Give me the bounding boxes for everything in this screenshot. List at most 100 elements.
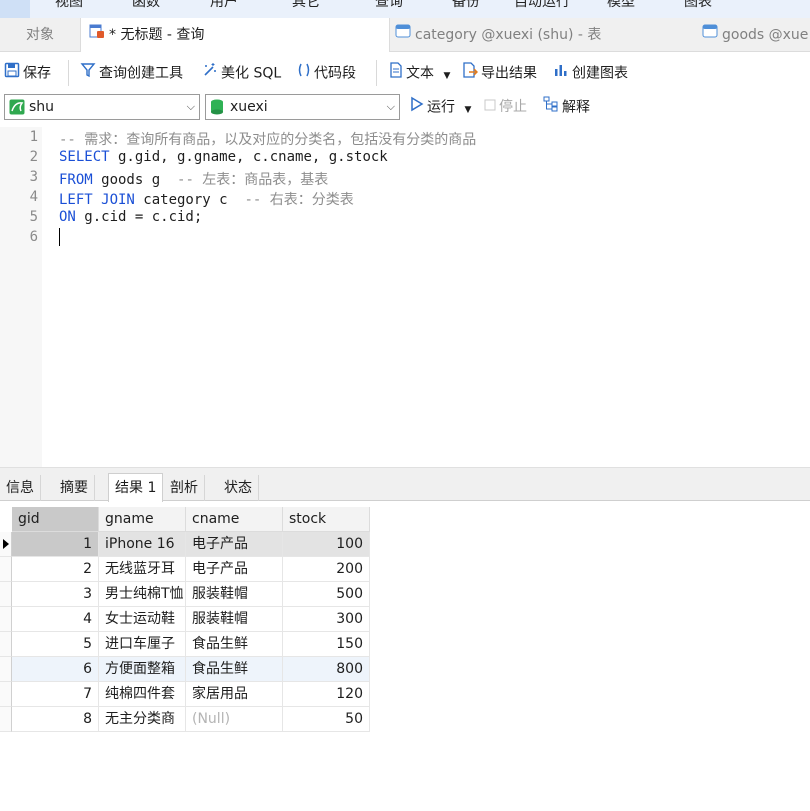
row-header[interactable] xyxy=(0,682,12,707)
database-select-value: xuexi xyxy=(230,99,268,115)
sql-keyword: SELECT xyxy=(59,149,110,165)
menu-item-view[interactable]: 视图 xyxy=(55,0,83,11)
menu-item-model[interactable]: 模型 xyxy=(607,0,635,11)
cell-gname[interactable]: 进口车厘子 xyxy=(99,632,186,657)
column-header-gid[interactable]: gid xyxy=(12,507,99,532)
menu-item-backup[interactable]: 备份 xyxy=(452,0,480,11)
code-line-5: ON g.cid = c.cid; xyxy=(59,209,202,225)
code-snippet-label: 代码段 xyxy=(314,65,356,82)
tab-profile[interactable]: 剖析 xyxy=(164,475,205,501)
column-header-gname[interactable]: gname xyxy=(99,507,186,532)
line-number: 3 xyxy=(29,169,38,185)
create-chart-button[interactable]: 创建图表 xyxy=(553,62,628,84)
text-mode-button[interactable]: 文本 ▼ xyxy=(389,62,450,84)
row-header[interactable] xyxy=(0,607,12,632)
cell-gid[interactable]: 5 xyxy=(12,632,99,657)
table-row[interactable]: 8 无主分类商 (Null) 50 xyxy=(0,707,370,732)
column-header-cname[interactable]: cname xyxy=(186,507,283,532)
cell-stock[interactable]: 120 xyxy=(283,682,370,707)
cell-gname[interactable]: 无线蓝牙耳 xyxy=(99,557,186,582)
export-result-button[interactable]: 导出结果 xyxy=(462,62,537,84)
cell-stock[interactable]: 100 xyxy=(283,532,370,557)
current-row-indicator[interactable] xyxy=(0,532,12,557)
cell-gname[interactable]: 纯棉四件套 xyxy=(99,682,186,707)
tab-objects[interactable]: 对象 xyxy=(26,18,76,52)
tab-untitled-query[interactable]: * 无标题 - 查询 xyxy=(80,18,390,52)
table-row[interactable]: 5 进口车厘子 食品生鲜 150 xyxy=(0,632,370,657)
funnel-icon xyxy=(80,62,96,85)
cell-stock[interactable]: 200 xyxy=(283,557,370,582)
cell-gid[interactable]: 2 xyxy=(12,557,99,582)
cell-stock[interactable]: 50 xyxy=(283,707,370,732)
cell-cname[interactable]: (Null) xyxy=(186,707,283,732)
connection-select[interactable]: shu ⌵ xyxy=(4,94,200,120)
stop-button[interactable]: 停止 xyxy=(484,96,527,118)
cell-stock[interactable]: 150 xyxy=(283,632,370,657)
table-row[interactable]: 7 纯棉四件套 家居用品 120 xyxy=(0,682,370,707)
sql-text: g.gid, g.gname, c.cname, g.stock xyxy=(109,149,388,165)
menu-item-chart[interactable]: 图表 xyxy=(684,0,712,11)
run-button[interactable]: 运行 ▼ xyxy=(410,96,471,118)
menu-item-other[interactable]: 其它 xyxy=(292,0,320,11)
menu-item-query[interactable]: 查询 xyxy=(375,0,403,11)
cell-cname[interactable]: 食品生鲜 xyxy=(186,632,283,657)
cell-gid[interactable]: 8 xyxy=(12,707,99,732)
line-number: 1 xyxy=(29,129,38,145)
cell-gname[interactable]: 女士运动鞋 xyxy=(99,607,186,632)
cell-gname[interactable]: 无主分类商 xyxy=(99,707,186,732)
cell-gid[interactable]: 1 xyxy=(12,532,99,557)
cell-gid[interactable]: 4 xyxy=(12,607,99,632)
cell-cname[interactable]: 家居用品 xyxy=(186,682,283,707)
table-row[interactable]: 2 无线蓝牙耳 电子产品 200 xyxy=(0,557,370,582)
cell-cname[interactable]: 服装鞋帽 xyxy=(186,582,283,607)
cell-stock[interactable]: 300 xyxy=(283,607,370,632)
row-header[interactable] xyxy=(0,707,12,732)
table-row[interactable]: 6 方便面整箱 食品生鲜 800 xyxy=(0,657,370,682)
query-builder-button[interactable]: 查询创建工具 xyxy=(80,62,183,84)
code-snippet-button[interactable]: 代码段 xyxy=(297,62,356,84)
database-select[interactable]: xuexi ⌵ xyxy=(205,94,400,120)
row-header[interactable] xyxy=(0,557,12,582)
cell-cname[interactable]: 服装鞋帽 xyxy=(186,607,283,632)
tab-result-1[interactable]: 结果 1 xyxy=(108,473,164,502)
cell-gname[interactable]: 男士纯棉T恤 xyxy=(99,582,186,607)
table-row[interactable]: 3 男士纯棉T恤 服装鞋帽 500 xyxy=(0,582,370,607)
row-header[interactable] xyxy=(0,657,12,682)
tab-goods-table[interactable]: goods @xue xyxy=(702,18,810,52)
explain-label: 解释 xyxy=(562,99,590,116)
cell-gid[interactable]: 6 xyxy=(12,657,99,682)
sql-editor[interactable]: 1 2 3 4 5 6 -- 需求：查询所有商品，以及对应的分类名，包括没有分类… xyxy=(0,127,810,467)
explain-tree-icon xyxy=(543,96,559,119)
query-toolbar: 保存 查询创建工具 美化 SQL 代码段 文本 ▼ 导出结果 创建图表 xyxy=(0,52,810,92)
menu-item-function[interactable]: 函数 xyxy=(132,0,160,11)
line-number-gutter: 1 2 3 4 5 6 xyxy=(0,127,42,467)
cell-stock[interactable]: 500 xyxy=(283,582,370,607)
cell-gname[interactable]: iPhone 16 xyxy=(99,532,186,557)
tab-category-table[interactable]: category @xuexi (shu) - 表 xyxy=(395,18,695,52)
tab-status[interactable]: 状态 xyxy=(218,475,259,501)
beautify-sql-button[interactable]: 美化 SQL xyxy=(202,62,281,84)
explain-button[interactable]: 解释 xyxy=(543,96,590,118)
tab-goods-label: goods @xue xyxy=(722,27,809,43)
save-button[interactable]: 保存 xyxy=(4,62,51,84)
tab-summary[interactable]: 摘要 xyxy=(54,475,95,501)
cell-gid[interactable]: 3 xyxy=(12,582,99,607)
cell-cname[interactable]: 电子产品 xyxy=(186,557,283,582)
cell-stock[interactable]: 800 xyxy=(283,657,370,682)
cell-cname[interactable]: 食品生鲜 xyxy=(186,657,283,682)
toolbar-divider xyxy=(376,60,377,86)
tab-info[interactable]: 信息 xyxy=(0,475,41,501)
create-chart-label: 创建图表 xyxy=(572,65,628,82)
table-row[interactable]: 1 iPhone 16 电子产品 100 xyxy=(0,532,370,557)
cell-gid[interactable]: 7 xyxy=(12,682,99,707)
cell-cname[interactable]: 电子产品 xyxy=(186,532,283,557)
row-header[interactable] xyxy=(0,632,12,657)
cell-gname[interactable]: 方便面整箱 xyxy=(99,657,186,682)
column-header-stock[interactable]: stock xyxy=(283,507,370,532)
menu-item-selected[interactable] xyxy=(0,0,30,18)
menu-item-automation[interactable]: 自动运行 xyxy=(514,0,570,11)
table-row[interactable]: 4 女士运动鞋 服装鞋帽 300 xyxy=(0,607,370,632)
row-header[interactable] xyxy=(0,582,12,607)
menu-item-user[interactable]: 用户 xyxy=(210,0,238,11)
document-tab-strip: 对象 * 无标题 - 查询 category @xuexi (shu) - 表 … xyxy=(0,18,810,52)
